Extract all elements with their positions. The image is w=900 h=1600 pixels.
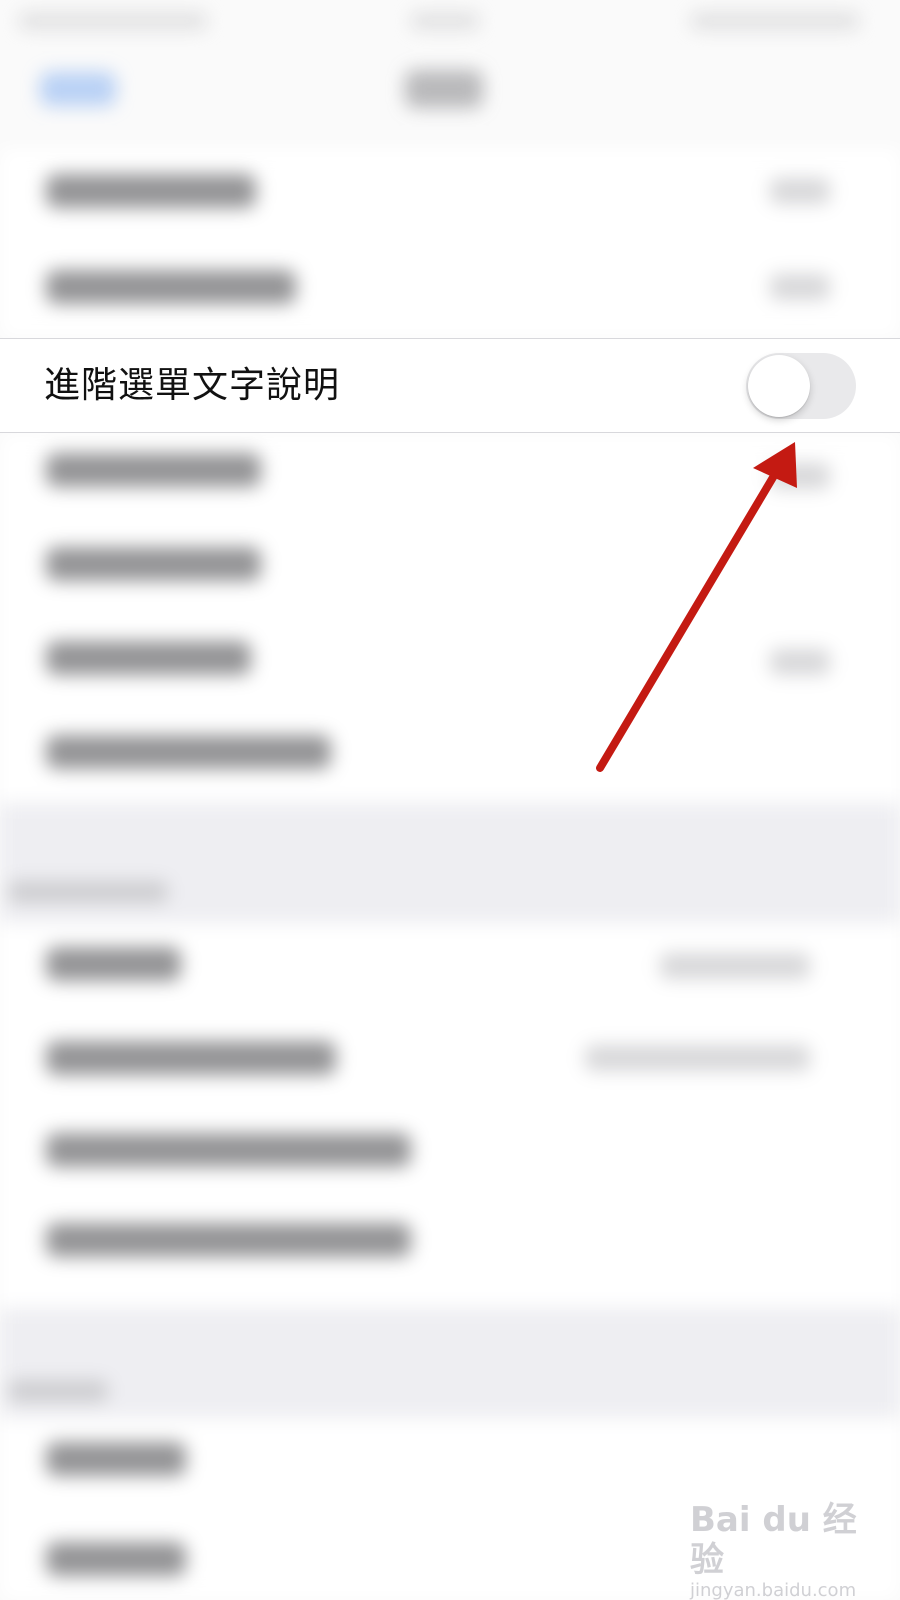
settings-row[interactable] bbox=[46, 270, 296, 304]
settings-row[interactable] bbox=[46, 947, 181, 981]
advanced-menu-text-description-row: 進階選單文字說明 bbox=[0, 338, 900, 433]
settings-row[interactable] bbox=[46, 641, 251, 675]
settings-row[interactable] bbox=[46, 1041, 336, 1075]
advanced-menu-text-toggle[interactable] bbox=[746, 353, 856, 419]
settings-row[interactable] bbox=[46, 1442, 186, 1476]
status-bar-time bbox=[410, 12, 480, 30]
status-bar-left bbox=[18, 12, 208, 30]
settings-row-detail bbox=[770, 463, 830, 489]
settings-row[interactable] bbox=[46, 1133, 411, 1167]
status-bar-right bbox=[690, 12, 860, 30]
settings-row[interactable] bbox=[46, 174, 256, 208]
settings-group-lower bbox=[0, 923, 900, 1308]
settings-row-detail bbox=[770, 649, 830, 675]
section-header bbox=[8, 1380, 108, 1402]
settings-row[interactable] bbox=[46, 735, 331, 769]
settings-group-middle bbox=[0, 433, 900, 803]
settings-group-top bbox=[0, 148, 900, 338]
settings-row[interactable] bbox=[46, 1223, 411, 1257]
settings-row-detail bbox=[770, 178, 830, 204]
section-gap bbox=[0, 803, 900, 923]
settings-row[interactable] bbox=[46, 547, 261, 581]
nav-back-button[interactable] bbox=[40, 72, 116, 106]
settings-row-detail bbox=[660, 953, 810, 979]
settings-row[interactable] bbox=[46, 1542, 186, 1576]
blurred-background bbox=[0, 0, 900, 1600]
settings-row-detail bbox=[770, 274, 830, 300]
section-gap bbox=[0, 1308, 900, 1418]
section-header bbox=[8, 881, 168, 903]
watermark-url: jingyan.baidu.com bbox=[690, 1580, 857, 1600]
watermark-logo: Bai du 经验 bbox=[690, 1500, 857, 1580]
baidu-jingyan-watermark: Bai du 经验 jingyan.baidu.com bbox=[690, 1500, 890, 1600]
settings-screen: 進階選單文字說明 Bai du 经验 jingyan.baidu.com bbox=[0, 0, 900, 1600]
settings-row[interactable] bbox=[46, 453, 261, 487]
settings-row-detail bbox=[585, 1045, 810, 1071]
row-label: 進階選單文字說明 bbox=[44, 365, 341, 406]
toggle-knob bbox=[748, 355, 810, 417]
nav-title bbox=[405, 70, 483, 108]
